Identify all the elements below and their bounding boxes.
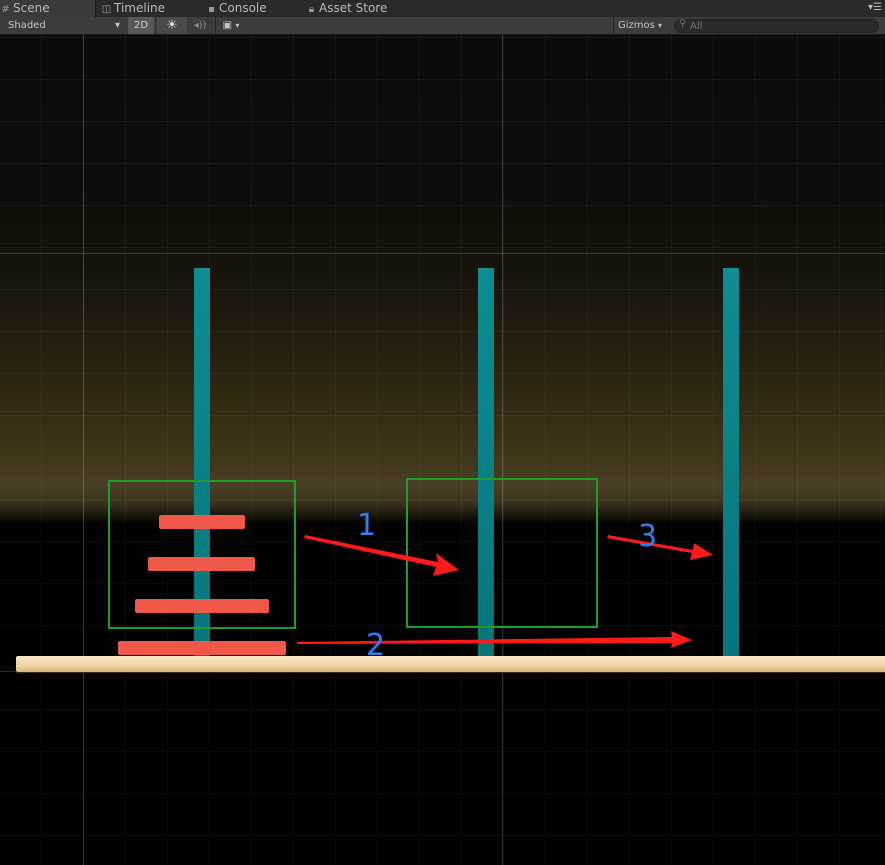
chevron-down-icon: ▾	[658, 21, 663, 30]
tab-timeline-label: Timeline	[114, 1, 166, 15]
tab-scene[interactable]: # Scene	[0, 0, 96, 17]
move-arrows	[297, 535, 713, 648]
tab-console-label: Console	[219, 1, 267, 15]
tab-console[interactable]: ▪ Console	[206, 0, 296, 17]
scene-grid-icon: #	[1, 4, 10, 15]
chevron-down-icon: ▾	[114, 20, 120, 31]
search-input[interactable]	[690, 20, 870, 32]
arrow-1-shape	[304, 535, 459, 576]
arrow-step-2	[297, 631, 692, 648]
step-label-1: 1	[357, 508, 377, 543]
lock-icon: 🔒︎	[308, 4, 315, 15]
gizmos-dropdown[interactable]: Gizmos ▾	[613, 17, 674, 34]
arrow-3-shape	[607, 535, 713, 560]
tab-menu-icon[interactable]: ▾☰	[868, 2, 882, 13]
search-box[interactable]: ⚲	[674, 18, 879, 33]
image-effects-icon[interactable]: ▣ ▾	[215, 17, 246, 34]
sun-icon[interactable]: ☀	[157, 17, 187, 34]
arrow-step-1	[304, 535, 459, 576]
step-label-3: 3	[638, 519, 658, 554]
search-icon: ⚲	[679, 18, 687, 29]
scene-toolbar: Shaded ▾ 2D ☀ ◂)) ▣ ▾ Gizmos ▾ ⚲	[0, 17, 885, 35]
arrow-step-3	[607, 535, 713, 560]
shading-mode-dropdown[interactable]: Shaded ▾	[8, 17, 123, 34]
editor-tab-bar: # Scene ◫ Timeline ▪ Console 🔒︎ Asset Store …	[0, 0, 885, 18]
shading-mode-label: Shaded	[8, 20, 46, 31]
audio-icon[interactable]: ◂))	[190, 17, 210, 34]
tab-scene-label: Scene	[13, 1, 50, 15]
step-label-2: 2	[366, 628, 386, 663]
chevron-down-icon: ▾	[235, 21, 240, 30]
scene-viewport[interactable]: 1 2 3	[0, 35, 885, 865]
arrow-2-shape	[297, 631, 692, 648]
console-icon: ▪	[208, 4, 215, 15]
tab-asset-store[interactable]: 🔒︎ Asset Store	[306, 0, 416, 17]
gizmos-label: Gizmos	[618, 20, 655, 31]
timeline-icon: ◫	[101, 4, 112, 15]
tab-timeline[interactable]: ◫ Timeline	[101, 0, 191, 17]
2d-toggle-button[interactable]: 2D	[128, 17, 154, 34]
tab-asset-store-label: Asset Store	[319, 1, 388, 15]
